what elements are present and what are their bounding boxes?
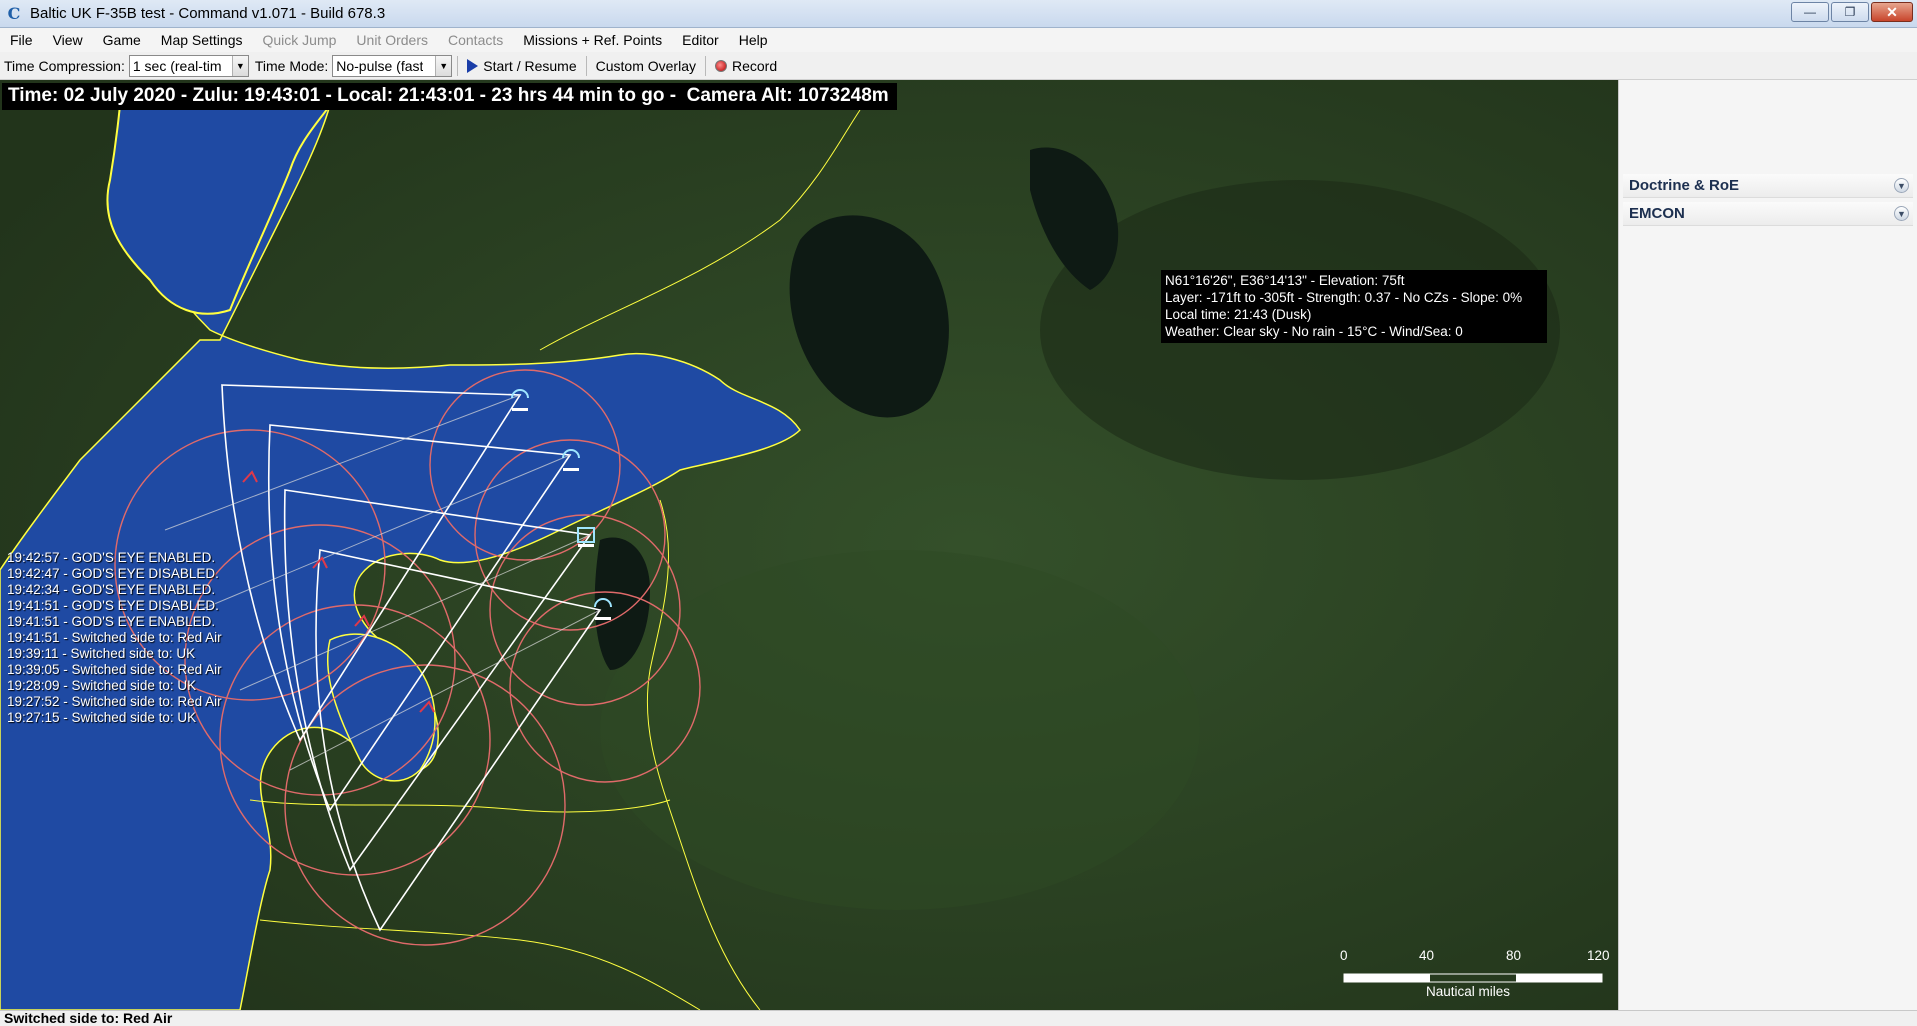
log-line: 19:41:51 - GOD'S EYE DISABLED. [7,598,219,613]
menu-map-settings[interactable]: Map Settings [151,28,253,52]
minimize-button[interactable]: — [1791,2,1829,22]
custom-overlay-button[interactable]: Custom Overlay [592,54,700,78]
log-line: 19:28:09 - Switched side to: UK [7,678,197,693]
toolbar: Time Compression: 1 sec (real-tim ▼ Time… [0,52,1917,80]
map-canvas[interactable] [0,80,1618,1010]
info-local-time: Local time: 21:43 (Dusk) [1165,307,1312,322]
info-weather: Weather: Clear sky - No rain - 15°C - Wi… [1165,324,1463,339]
log-line: 19:41:51 - Switched side to: Red Air [7,630,222,645]
map-view[interactable]: Time: 02 July 2020 - Zulu: 19:43:01 - Lo… [0,80,1618,1010]
menu-bar: File View Game Map Settings Quick Jump U… [0,28,1917,52]
scale-labels: 0 40 80 120 Nautical miles [1340,948,1610,1010]
menu-editor[interactable]: Editor [672,28,729,52]
log-line: 19:27:52 - Switched side to: Red Air [7,694,222,709]
status-bar: Switched side to: Red Air [0,1010,1917,1026]
dropdown-arrow-icon: ▼ [435,55,452,76]
emcon-label: EMCON [1629,205,1685,222]
title-bar: C Baltic UK F-35B test - Command v1.071 … [0,0,1917,28]
message-log: 19:42:57 - GOD'S EYE ENABLED. 19:42:47 -… [7,550,222,726]
unit-marker [563,468,579,471]
menu-help[interactable]: Help [729,28,778,52]
scale-unit-label: Nautical miles [1426,984,1511,999]
record-label: Record [731,57,778,74]
restore-button[interactable]: ❐ [1831,2,1869,22]
info-coordinates: N61°16'26", E36°14'13" - Elevation: 75ft [1165,273,1405,288]
menu-quick-jump[interactable]: Quick Jump [253,28,347,52]
chevron-down-icon[interactable]: ▼ [1894,178,1909,193]
dropdown-arrow-icon: ▼ [231,55,248,76]
log-line: 19:27:15 - Switched side to: UK [7,710,197,725]
time-compression-value: 1 sec (real-tim [132,57,222,74]
window-controls: — ❐ ✕ [1791,2,1913,22]
close-button[interactable]: ✕ [1871,2,1913,22]
status-text: Switched side to: Red Air [4,1010,173,1026]
unit-marker [595,617,611,620]
unit-marker [512,408,528,411]
start-resume-button[interactable]: Start / Resume [463,54,580,78]
toolbar-separator [704,55,706,76]
doctrine-roe-section[interactable]: Doctrine & RoE ▼ [1623,174,1913,198]
scale-tick-label: 120 [1587,948,1610,963]
time-compression-select[interactable]: 1 sec (real-tim ▼ [128,54,249,77]
scale-tick-label: 80 [1506,948,1522,963]
log-line: 19:42:34 - GOD'S EYE ENABLED. [7,582,216,597]
right-panel: Doctrine & RoE ▼ EMCON ▼ [1618,80,1917,1010]
menu-missions[interactable]: Missions + Ref. Points [513,28,672,52]
time-mode-select[interactable]: No-pulse (fast ▼ [332,54,453,77]
scale-tick-label: 40 [1419,948,1435,963]
restore-icon: ❐ [1844,5,1856,19]
cursor-info-box: N61°16'26", E36°14'13" - Elevation: 75ft… [1161,270,1547,343]
doctrine-roe-label: Doctrine & RoE [1629,177,1740,194]
record-button[interactable]: Record [711,54,781,78]
log-line: 19:42:47 - GOD'S EYE DISABLED. [7,566,219,581]
toolbar-separator [457,55,459,76]
menu-view[interactable]: View [43,28,93,52]
scale-tick-label: 0 [1340,948,1348,963]
menu-contacts[interactable]: Contacts [438,28,513,52]
time-banner: Time: 02 July 2020 - Zulu: 19:43:01 - Lo… [2,83,897,110]
app-icon: C [7,4,21,23]
time-mode-value: No-pulse (fast [336,57,424,74]
start-resume-label: Start / Resume [483,57,577,74]
unit-marker [578,544,594,547]
info-layer: Layer: -171ft to -305ft - Strength: 0.37… [1165,290,1523,305]
menu-game[interactable]: Game [93,28,151,52]
log-line: 19:42:57 - GOD'S EYE ENABLED. [7,550,216,565]
log-line: 19:41:51 - GOD'S EYE ENABLED. [7,614,216,629]
play-icon [467,58,479,73]
close-icon: ✕ [1886,3,1898,20]
custom-overlay-label: Custom Overlay [595,57,696,74]
toolbar-separator [585,55,587,76]
log-line: 19:39:11 - Switched side to: UK [7,646,196,661]
window-title: Baltic UK F-35B test - Command v1.071 - … [30,5,386,22]
time-mode-label: Time Mode: [254,57,329,74]
emcon-section[interactable]: EMCON ▼ [1623,202,1913,226]
log-line: 19:39:05 - Switched side to: Red Air [7,662,222,677]
minimize-icon: — [1804,5,1816,19]
time-compression-label: Time Compression: [4,57,125,74]
record-icon [714,59,727,72]
chevron-down-icon[interactable]: ▼ [1894,206,1909,221]
menu-unit-orders[interactable]: Unit Orders [346,28,438,52]
menu-file[interactable]: File [0,28,43,52]
